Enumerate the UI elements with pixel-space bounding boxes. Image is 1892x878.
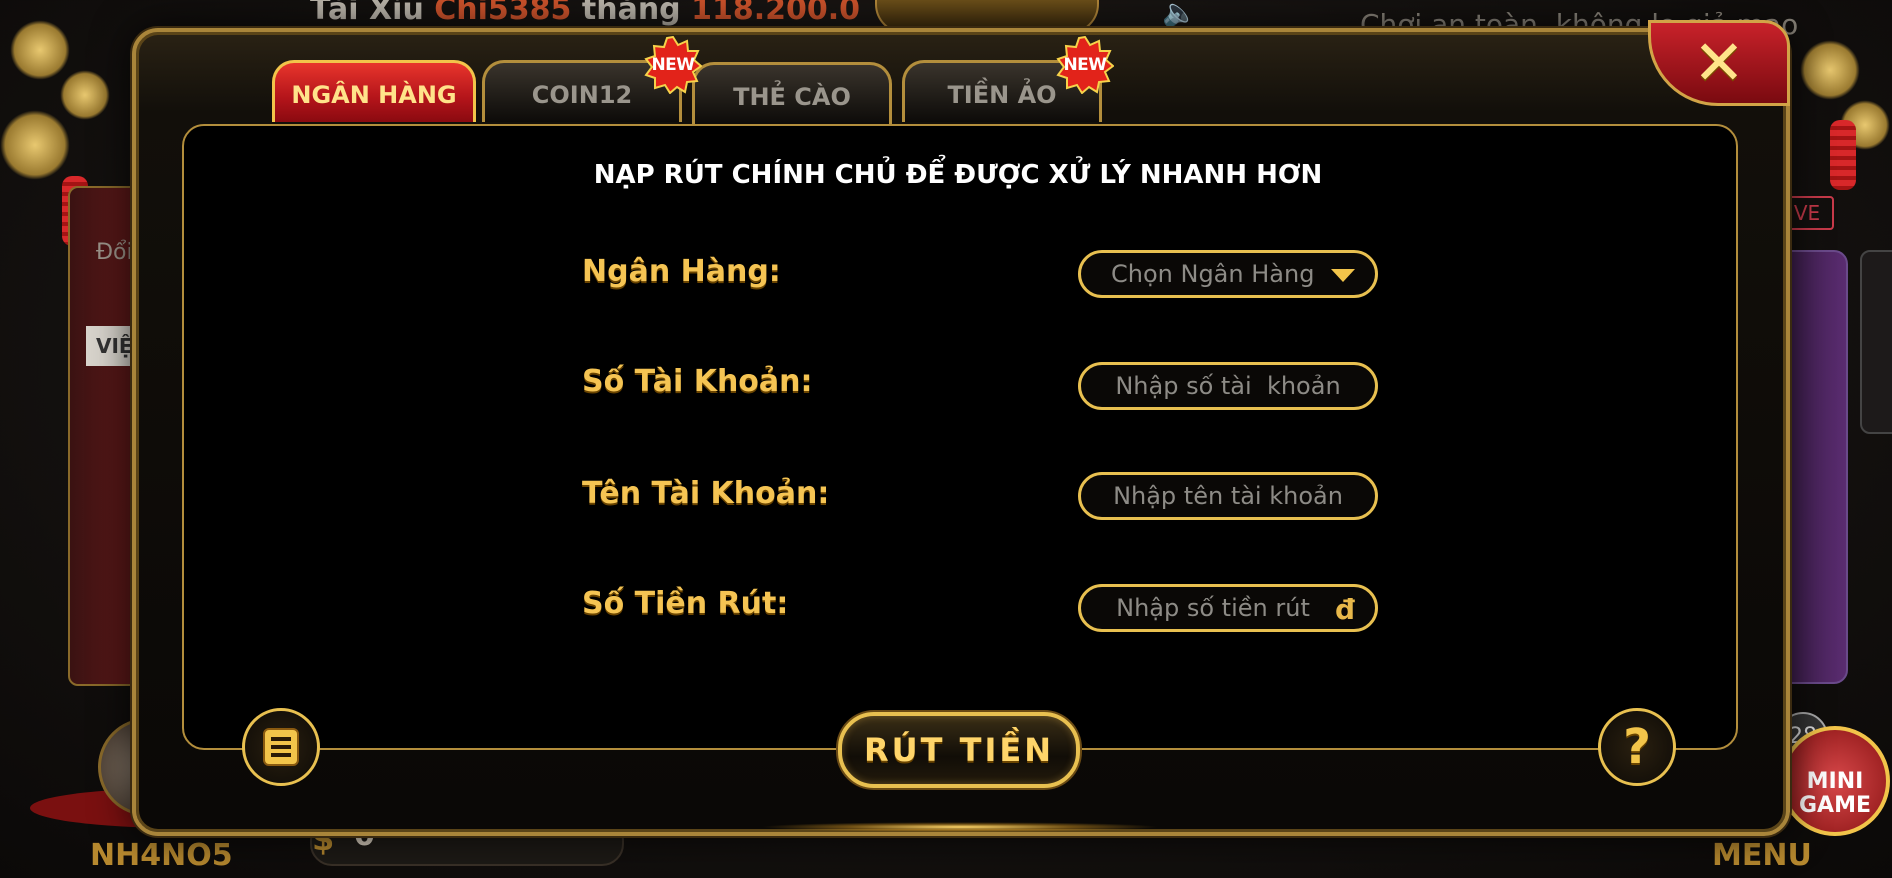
- side-card-label: Đổi: [96, 240, 133, 265]
- account-number-label: Số Tài Khoản:: [582, 364, 813, 399]
- document-list-icon: [263, 728, 299, 766]
- ticker-action: thắng: [581, 0, 681, 27]
- ticker-amount: 118.200.0: [691, 0, 861, 27]
- account-name-input[interactable]: [1111, 481, 1345, 511]
- currency-symbol: đ: [1334, 593, 1355, 626]
- amount-field[interactable]: đ: [1078, 584, 1378, 632]
- amount-input[interactable]: [1111, 593, 1315, 623]
- minigame-label: GAME: [1798, 793, 1871, 818]
- blossom-decoration: [1800, 40, 1860, 100]
- minigame-label: MINI: [1806, 769, 1864, 794]
- tab-label: COIN12: [531, 80, 633, 109]
- question-icon: ?: [1623, 719, 1651, 775]
- panel-heading: NẠP RÚT CHÍNH CHỦ ĐỂ ĐƯỢC XỬ LÝ NHANH HƠ…: [593, 160, 1323, 190]
- history-button[interactable]: [242, 708, 320, 786]
- bank-label: Ngân Hàng:: [582, 254, 781, 289]
- ticker-user: Chi5385: [434, 0, 572, 27]
- bank-select-value: Chọn Ngân Hàng: [1111, 260, 1315, 288]
- side-game-card-right-2[interactable]: [1860, 250, 1892, 434]
- menu-button[interactable]: MENU: [1712, 838, 1812, 873]
- tab-label: THẺ CÀO: [733, 82, 851, 111]
- ticker-game: Tài Xỉu: [310, 0, 424, 27]
- blossom-decoration: [0, 110, 70, 180]
- new-badge: NEW: [1056, 36, 1114, 94]
- account-name-label: Tên Tài Khoản:: [582, 476, 830, 511]
- new-badge: NEW: [644, 36, 702, 94]
- account-number-input[interactable]: [1111, 371, 1345, 401]
- withdraw-button-label: RÚT TIỀN: [864, 731, 1054, 769]
- username: NH4NO5: [90, 838, 233, 873]
- jackpot-ticker: Tài Xỉu Chi5385 thắng 118.200.0: [310, 0, 860, 27]
- tab-card[interactable]: THẺ CÀO: [692, 62, 892, 124]
- close-icon: ✕: [1693, 26, 1745, 99]
- blossom-decoration: [10, 20, 70, 80]
- lantern-decoration: [1830, 120, 1856, 190]
- account-number-field[interactable]: [1078, 362, 1378, 410]
- sound-icon[interactable]: 🔈: [1162, 0, 1197, 29]
- tab-label: TIỀN ẢO: [947, 80, 1057, 109]
- account-name-field[interactable]: [1078, 472, 1378, 520]
- tab-label: NGÂN HÀNG: [291, 80, 457, 109]
- help-button[interactable]: ?: [1598, 708, 1676, 786]
- new-badge-text: NEW: [1063, 55, 1107, 75]
- tab-bank[interactable]: NGÂN HÀNG: [272, 60, 476, 122]
- new-badge-text: NEW: [651, 55, 695, 75]
- bank-select[interactable]: Chọn Ngân Hàng: [1078, 250, 1378, 298]
- modal-glow: [760, 822, 1160, 832]
- chevron-down-icon: [1331, 269, 1355, 282]
- blossom-decoration: [60, 70, 110, 120]
- withdraw-panel: [182, 124, 1738, 750]
- minigame-button[interactable]: MINI GAME: [1780, 726, 1890, 836]
- withdraw-button[interactable]: RÚT TIỀN: [838, 712, 1080, 788]
- amount-label: Số Tiền Rút:: [582, 586, 789, 621]
